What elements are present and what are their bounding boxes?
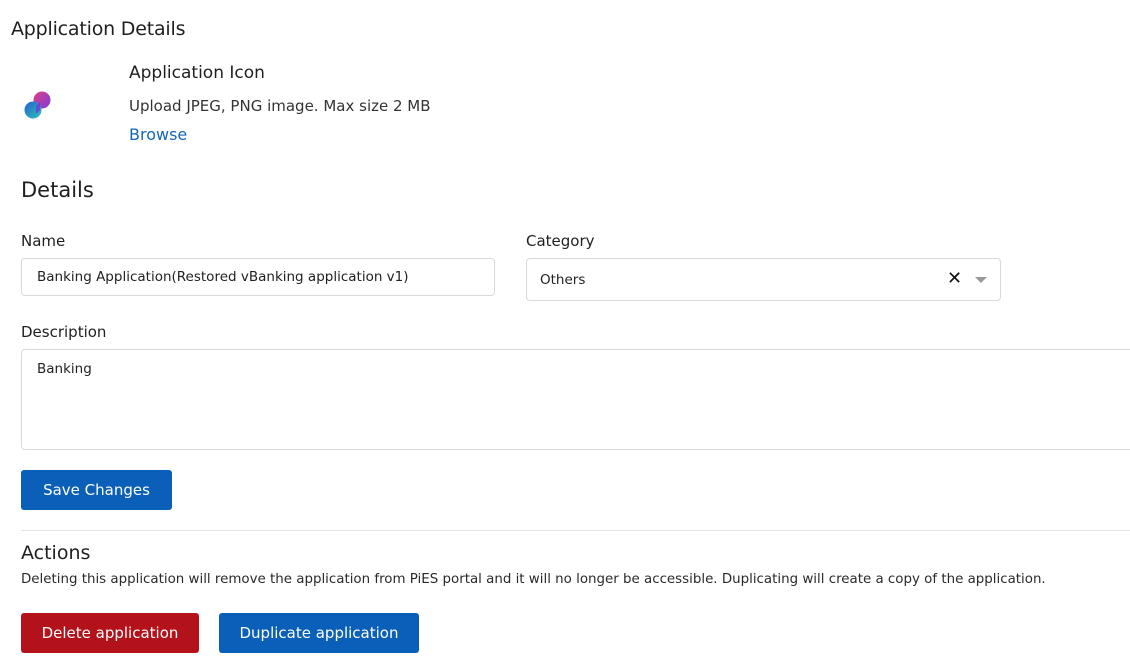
duplicate-application-button[interactable]: Duplicate application — [219, 613, 419, 653]
description-input[interactable]: Banking — [21, 349, 1130, 450]
name-label: Name — [21, 232, 66, 250]
page-title: Application Details — [11, 18, 186, 40]
chevron-down-icon[interactable] — [975, 277, 987, 283]
icon-section-title: Application Icon — [129, 63, 265, 83]
clear-icon[interactable]: ✕ — [947, 270, 963, 288]
section-divider — [21, 530, 1130, 531]
actions-description: Deleting this application will remove th… — [21, 572, 1046, 587]
delete-application-button[interactable]: Delete application — [21, 613, 199, 653]
details-title: Details — [21, 178, 94, 202]
app-logo-icon — [24, 91, 51, 119]
actions-title: Actions — [21, 542, 91, 564]
category-selected-value: Others — [540, 272, 586, 288]
category-label: Category — [526, 232, 595, 250]
browse-link[interactable]: Browse — [129, 125, 187, 144]
icon-upload-hint: Upload JPEG, PNG image. Max size 2 MB — [129, 97, 431, 115]
description-label: Description — [21, 323, 107, 341]
save-changes-button[interactable]: Save Changes — [21, 470, 172, 510]
name-input[interactable] — [21, 258, 495, 296]
category-select[interactable]: Others ✕ — [526, 258, 1001, 301]
